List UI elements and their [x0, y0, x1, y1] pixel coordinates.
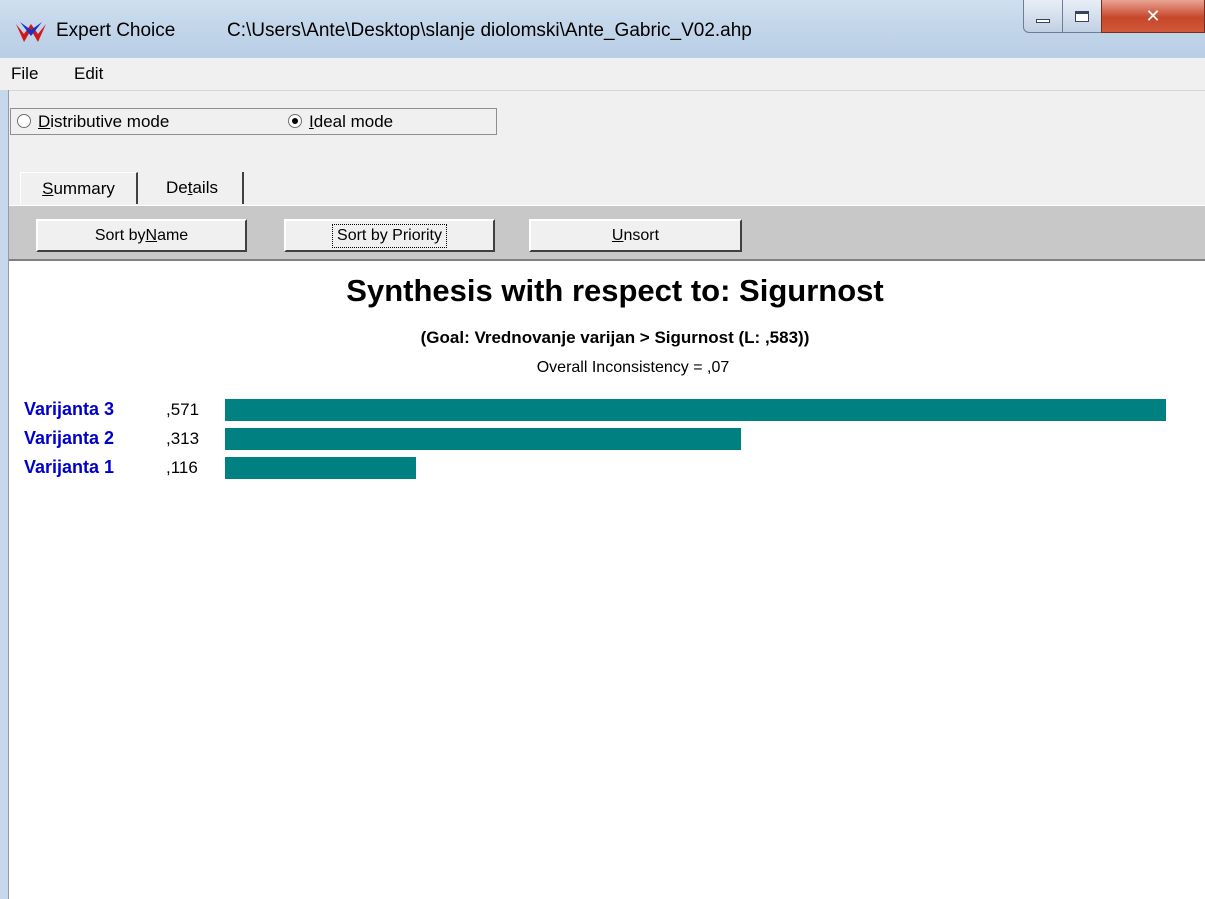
priority-value: ,116: [166, 458, 198, 477]
expert-choice-logo-icon: [16, 22, 46, 42]
menu-edit[interactable]: Edit: [74, 64, 103, 84]
mode-selector: Distributive mode Ideal mode: [10, 108, 497, 135]
unsort-button[interactable]: Unsort: [529, 219, 742, 252]
alternative-name: Varijanta 3: [24, 399, 115, 419]
priority-bar: [225, 428, 741, 450]
priority-value: ,571: [166, 400, 200, 419]
tab-summary[interactable]: Summary: [20, 172, 138, 204]
title-bar: Expert Choice C:\Users\Ante\Desktop\slan…: [0, 0, 1205, 58]
sort-by-name-button[interactable]: Sort by Name: [36, 219, 247, 252]
ideal-mode-label[interactable]: Ideal mode: [309, 112, 393, 132]
priority-bar: [225, 399, 1166, 421]
sort-by-priority-label: Sort by Priority: [332, 223, 447, 248]
window-title-path: C:\Users\Ante\Desktop\slanje diolomski\A…: [227, 20, 752, 41]
tab-details[interactable]: De t ails: [142, 172, 244, 204]
minimize-icon: [1036, 19, 1050, 23]
overall-inconsistency: Overall Inconsistency = ,07: [536, 359, 730, 376]
alternative-name: Varijanta 2: [24, 428, 115, 448]
sort-toolbar: Sort by Name Sort by Priority Unsort: [9, 205, 1205, 261]
maximize-icon: [1075, 10, 1089, 22]
maximize-button[interactable]: [1062, 0, 1102, 33]
close-icon: ✕: [1145, 5, 1161, 27]
close-button[interactable]: ✕: [1101, 0, 1205, 33]
priority-value: ,313: [166, 429, 200, 448]
window-title-app: Expert Choice: [56, 20, 176, 41]
distributive-mode-label[interactable]: Distributive mode: [38, 112, 169, 132]
priority-bar: [225, 457, 416, 479]
chart-row: Varijanta 3 ,571: [0, 399, 1205, 421]
menu-file[interactable]: File: [11, 64, 38, 84]
synthesis-title: Synthesis with respect to: Sigurnost: [346, 273, 884, 308]
sort-by-priority-button[interactable]: Sort by Priority: [284, 219, 495, 252]
alternative-name: Varijanta 1: [24, 457, 115, 477]
minimize-button[interactable]: [1023, 0, 1063, 33]
menu-bar: File Edit: [0, 58, 1205, 91]
window-left-border: [0, 90, 9, 899]
distributive-mode-radio[interactable]: [17, 114, 31, 128]
goal-path: (Goal: Vrednovanje varijan > Sigurnost (…: [420, 328, 810, 347]
chart-row: Varijanta 2 ,313: [0, 428, 1205, 450]
chart-row: Varijanta 1 ,116: [0, 457, 1205, 479]
ideal-mode-radio[interactable]: [288, 114, 302, 128]
